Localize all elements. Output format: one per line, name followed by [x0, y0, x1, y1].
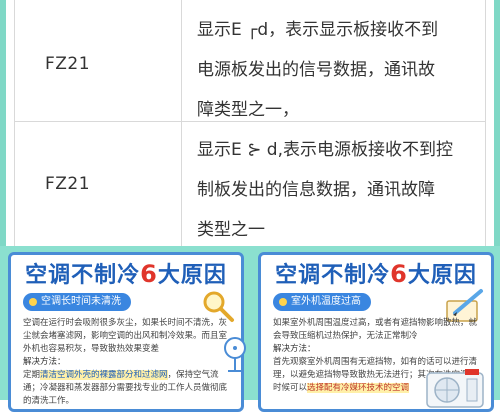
table-row: FZ21 显示E ┌d，表示显示板接收不到 电源板发出的信号数据，通讯故 障类型… — [15, 0, 485, 122]
card-body: 空调在运行时会吸附很多灰尘，如果长时间不清洗，灰尘就会堵塞滤网，影响空调的出风和… — [23, 317, 235, 408]
description-line: 显示E ⊱ d,表示电源板接收不到控 — [197, 140, 453, 160]
card-title-text: 大原因 — [157, 263, 227, 288]
infographic-section: 空调不制冷6大原因 空调长时间未清洗 空调在运行时会吸附很多灰尘，如果长时间不清… — [0, 246, 500, 412]
fan-icon — [224, 337, 246, 372]
reason-tag: 空调长时间未清洗 — [23, 293, 131, 311]
infographic-card-outdoor-heat: 空调不制冷6大原因 室外机温度过高 如果室外机周围温度过高，或者有遮挡物影响散热… — [258, 252, 494, 412]
error-code-cell: FZ21 — [45, 54, 91, 74]
card-title: 空调不制冷6大原因 — [11, 257, 241, 289]
error-code-table: FZ21 显示E ┌d，表示显示板接收不到 电源板发出的信号数据，通讯故 障类型… — [14, 0, 486, 246]
solution-paragraph: 定期清洁空调外壳的裸露部分和过滤网，保持空气流通；冷凝器和蒸发器部分需要找专业的… — [23, 369, 235, 408]
solution-label: 解决方法： — [23, 357, 66, 367]
description-line: 类型之一 — [197, 220, 265, 240]
description-line: 显示E ┌d，表示显示板接收不到 — [197, 20, 439, 40]
card-title-number: 6 — [390, 260, 408, 288]
solution-highlight: 清洁空调外壳的裸露部分和过滤网 — [40, 370, 168, 380]
card-title-text: 大原因 — [407, 263, 477, 288]
solution-highlight: 选择配有冷媒环技术的空调 — [307, 383, 410, 393]
table-row: FZ21 显示E ⊱ d,表示电源板接收不到控 制板发出的信息数据，通讯故障 类… — [15, 122, 485, 246]
card-title-number: 6 — [140, 260, 158, 288]
cause-paragraph: 如果室外机周围温度过高，或者有遮挡物影响散热，就会导致压缩机过热保护，无法正常制… — [273, 318, 478, 341]
outdoor-unit-icon — [426, 369, 484, 408]
error-description-cell: 显示E ⊱ d,表示电源板接收不到控 制板发出的信息数据，通讯故障 类型之一 — [197, 130, 477, 250]
error-description-cell: 显示E ┌d，表示显示板接收不到 电源板发出的信号数据，通讯故 障类型之一， — [197, 10, 477, 130]
card-title: 空调不制冷6大原因 — [261, 257, 491, 289]
table-frame-right — [494, 0, 500, 246]
card-title-text: 空调不制冷 — [25, 263, 141, 288]
card-title-text: 空调不制冷 — [275, 263, 391, 288]
cause-paragraph: 空调在运行时会吸附很多灰尘，如果长时间不清洗，灰尘就会堵塞滤网，影响空调的出风和… — [23, 318, 228, 354]
description-line: 电源板发出的信号数据，通讯故 — [197, 60, 435, 80]
solution-label: 解决方法： — [273, 344, 316, 354]
table-frame-left — [0, 0, 6, 246]
error-code-cell: FZ21 — [45, 174, 91, 194]
description-line: 制板发出的信息数据，通讯故障 — [197, 180, 435, 200]
solution-text: 定期 — [23, 370, 41, 380]
error-code-table-section: FZ21 显示E ┌d，表示显示板接收不到 电源板发出的信号数据，通讯故 障类型… — [0, 0, 500, 246]
infographic-card-dirty-unit: 空调不制冷6大原因 空调长时间未清洗 空调在运行时会吸附很多灰尘，如果长时间不清… — [8, 252, 244, 412]
reason-tag: 室外机温度过高 — [273, 293, 371, 311]
